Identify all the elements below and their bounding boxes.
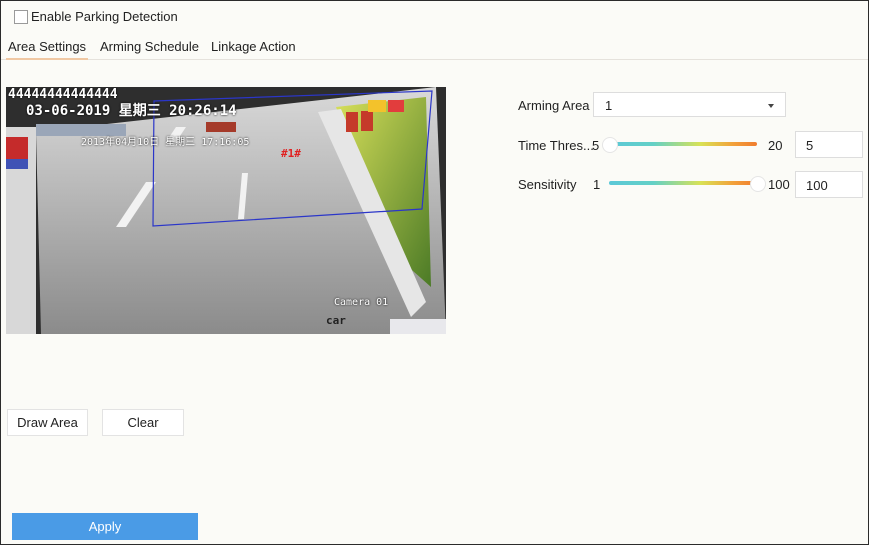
time-threshold-input-value: 5 [806,138,814,153]
time-threshold-max: 20 [768,138,783,153]
sensitivity-slider-handle[interactable] [750,176,766,192]
road-text: car [326,314,346,327]
time-threshold-slider-handle[interactable] [602,137,618,153]
tab-area-settings[interactable]: Area Settings [5,39,89,60]
enable-parking-detection-checkbox[interactable] [14,9,28,24]
sensitivity-input[interactable]: 100 [795,171,863,198]
arming-area-select[interactable]: 1 [593,92,786,117]
clear-button[interactable]: Clear [102,409,184,436]
enable-parking-detection-row[interactable]: Enable Parking Detection [14,9,178,24]
settings-panel: Enable Parking Detection Area Settings A… [0,0,869,545]
chevron-down-icon [768,104,774,108]
camera-label: Camera 01 [334,297,389,308]
time-threshold-input[interactable]: 5 [795,131,863,158]
enable-parking-detection-label: Enable Parking Detection [31,9,178,24]
video-preview[interactable]: 44444444444444 03-06-2019 星期三 20:26:14 2… [6,87,446,334]
arming-area-label: Arming Area [518,98,590,113]
tab-linkage-action[interactable]: Linkage Action [211,39,296,54]
sensitivity-max: 100 [768,177,790,192]
apply-button[interactable]: Apply [12,513,198,540]
arming-area-value: 1 [605,98,613,113]
time-threshold-label: Time Thres... [518,138,594,153]
zone-tag: #1# [281,147,301,160]
draw-area-button[interactable]: Draw Area [7,409,88,436]
time-threshold-slider[interactable] [609,142,757,146]
osd-datetime: 03-06-2019 星期三 20:26:14 [26,103,237,119]
time-threshold-min: 5 [592,138,600,153]
inner-datetime: 2013年04月10日 星期三 17:16:05 [81,137,250,148]
tab-bar: Area Settings Arming Schedule Linkage Ac… [1,37,868,60]
sensitivity-input-value: 100 [806,178,828,193]
sensitivity-label: Sensitivity [518,177,577,192]
sensitivity-slider[interactable] [609,181,757,185]
sensitivity-min: 1 [593,177,601,192]
tab-arming-schedule[interactable]: Arming Schedule [100,39,199,54]
